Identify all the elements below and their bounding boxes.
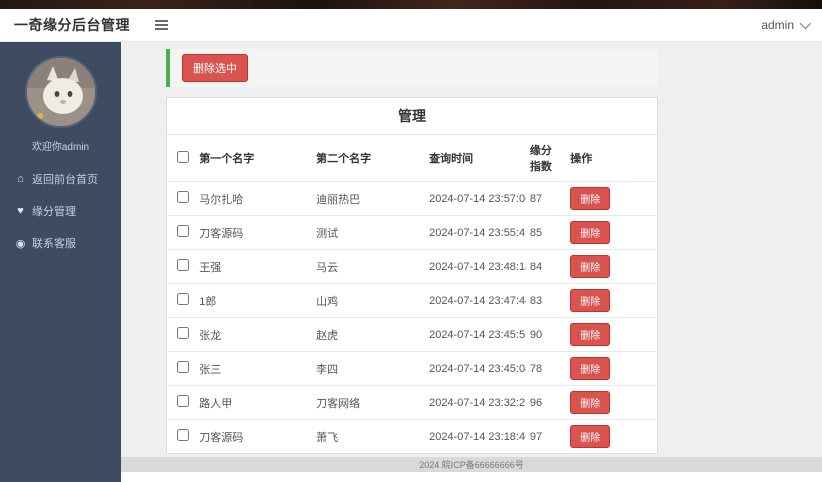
sidebar-nav: ⌂ 返回前台首页 ♥ 缘分管理 ◉ 联系客服: [0, 163, 121, 259]
column-header-score: 缘分指数: [526, 135, 566, 182]
row-checkbox[interactable]: [177, 327, 189, 339]
select-all-checkbox[interactable]: [177, 151, 189, 163]
contact-icon: ◉: [14, 237, 27, 250]
hamburger-icon[interactable]: [152, 17, 171, 33]
delete-button[interactable]: 删除: [570, 425, 610, 448]
cell-score: 96: [526, 386, 566, 420]
table-row: 张三 李四 2024-07-14 23:45:04 78 删除: [167, 352, 657, 386]
cell-name1: 刀客源码: [195, 216, 312, 250]
page-title: 管理: [167, 98, 657, 135]
cell-name2: 迪丽热巴: [312, 182, 425, 216]
table-row: 马尔扎哈 迪丽热巴 2024-07-14 23:57:06 87 删除: [167, 182, 657, 216]
icp-text: 2024 皖ICP备66666666号: [419, 458, 524, 471]
cell-name2: 山鸡: [312, 284, 425, 318]
brand-title: 一奇缘分后台管理: [14, 15, 130, 35]
user-menu[interactable]: admin: [761, 18, 808, 32]
delete-button[interactable]: 删除: [570, 323, 610, 346]
row-checkbox[interactable]: [177, 259, 189, 271]
delete-button[interactable]: 删除: [570, 357, 610, 380]
cell-name2: 测试: [312, 216, 425, 250]
cell-time: 2024-07-14 23:48:18: [425, 250, 526, 284]
delete-button[interactable]: 删除: [570, 221, 610, 244]
cell-name1: 1郎: [195, 284, 312, 318]
cell-name1: 马尔扎哈: [195, 182, 312, 216]
row-checkbox[interactable]: [177, 395, 189, 407]
sidebar-item-frontend-home[interactable]: ⌂ 返回前台首页: [0, 163, 121, 195]
cell-name1: 路人甲: [195, 386, 312, 420]
cell-name1: 刀客源码: [195, 420, 312, 454]
home-icon: ⌂: [14, 173, 27, 185]
table-row: 张龙 赵虎 2024-07-14 23:45:51 90 删除: [167, 318, 657, 352]
row-checkbox[interactable]: [177, 361, 189, 373]
column-header-time: 查询时间: [425, 135, 526, 182]
heart-icon: ♥: [14, 205, 27, 217]
delete-button[interactable]: 删除: [570, 255, 610, 278]
cell-score: 83: [526, 284, 566, 318]
user-name: admin: [761, 18, 794, 32]
cell-time: 2024-07-14 23:45:04: [425, 352, 526, 386]
cell-score: 78: [526, 352, 566, 386]
delete-button[interactable]: 删除: [570, 289, 610, 312]
cell-name2: 李四: [312, 352, 425, 386]
sidebar-item-label: 返回前台首页: [32, 171, 98, 187]
cell-name2: 萧飞: [312, 420, 425, 454]
cell-score: 90: [526, 318, 566, 352]
cell-time: 2024-07-14 23:47:44: [425, 284, 526, 318]
row-checkbox[interactable]: [177, 293, 189, 305]
welcome-text: 欢迎你admin: [32, 138, 89, 153]
cell-time: 2024-07-14 23:18:46: [425, 420, 526, 454]
cell-time: 2024-07-14 23:32:21: [425, 386, 526, 420]
cell-name2: 赵虎: [312, 318, 425, 352]
table-row: 路人甲 刀客网络 2024-07-14 23:32:21 96 删除: [167, 386, 657, 420]
sidebar-item-label: 缘分管理: [32, 203, 76, 219]
cell-score: 97: [526, 420, 566, 454]
sidebar-item-label: 联系客服: [32, 235, 76, 251]
column-header-actions: 操作: [566, 135, 657, 182]
table-header-row: 第一个名字 第二个名字 查询时间 缘分指数 操作: [167, 135, 657, 182]
cell-name1: 张三: [195, 352, 312, 386]
row-checkbox[interactable]: [177, 191, 189, 203]
sidebar: 欢迎你admin ⌂ 返回前台首页 ♥ 缘分管理 ◉ 联系客服: [0, 42, 121, 482]
sidebar-item-yuanfen-manage[interactable]: ♥ 缘分管理: [0, 195, 121, 227]
avatar: [25, 56, 97, 128]
table-row: 刀客源码 萧飞 2024-07-14 23:18:46 97 删除: [167, 420, 657, 454]
management-card: 管理 第一个名字 第二个名字 查询时间 缘分指数 操作: [166, 97, 658, 454]
cell-name1: 王强: [195, 250, 312, 284]
footer-bar: 2024 皖ICP备66666666号: [121, 457, 822, 472]
table-row: 1郎 山鸡 2024-07-14 23:47:44 83 删除: [167, 284, 657, 318]
column-header-name1: 第一个名字: [195, 135, 312, 182]
table-row: 王强 马云 2024-07-14 23:48:18 84 删除: [167, 250, 657, 284]
toolbar: 删除选中: [166, 49, 658, 87]
cell-time: 2024-07-14 23:57:06: [425, 182, 526, 216]
cell-time: 2024-07-14 23:45:51: [425, 318, 526, 352]
cell-score: 84: [526, 250, 566, 284]
delete-button[interactable]: 删除: [570, 187, 610, 210]
table-row: 刀客源码 测试 2024-07-14 23:55:41 85 删除: [167, 216, 657, 250]
cell-score: 85: [526, 216, 566, 250]
delete-button[interactable]: 删除: [570, 391, 610, 414]
app-header: 一奇缘分后台管理 admin: [0, 9, 822, 42]
delete-selected-button[interactable]: 删除选中: [182, 54, 248, 82]
column-header-name2: 第二个名字: [312, 135, 425, 182]
top-strip: [0, 0, 822, 9]
cell-score: 87: [526, 182, 566, 216]
row-checkbox[interactable]: [177, 225, 189, 237]
sidebar-item-contact-support[interactable]: ◉ 联系客服: [0, 227, 121, 259]
data-table: 第一个名字 第二个名字 查询时间 缘分指数 操作 马尔扎哈 迪丽热巴 2024-…: [167, 135, 657, 453]
cell-name2: 马云: [312, 250, 425, 284]
cell-time: 2024-07-14 23:55:41: [425, 216, 526, 250]
cell-name2: 刀客网络: [312, 386, 425, 420]
main-content: 删除选中 管理 第一个名字 第二个名字 查询时间 缘分指数 操作: [121, 42, 822, 482]
bottom-strip: [121, 472, 822, 482]
chevron-down-icon: [800, 18, 811, 29]
cell-name1: 张龙: [195, 318, 312, 352]
row-checkbox[interactable]: [177, 429, 189, 441]
